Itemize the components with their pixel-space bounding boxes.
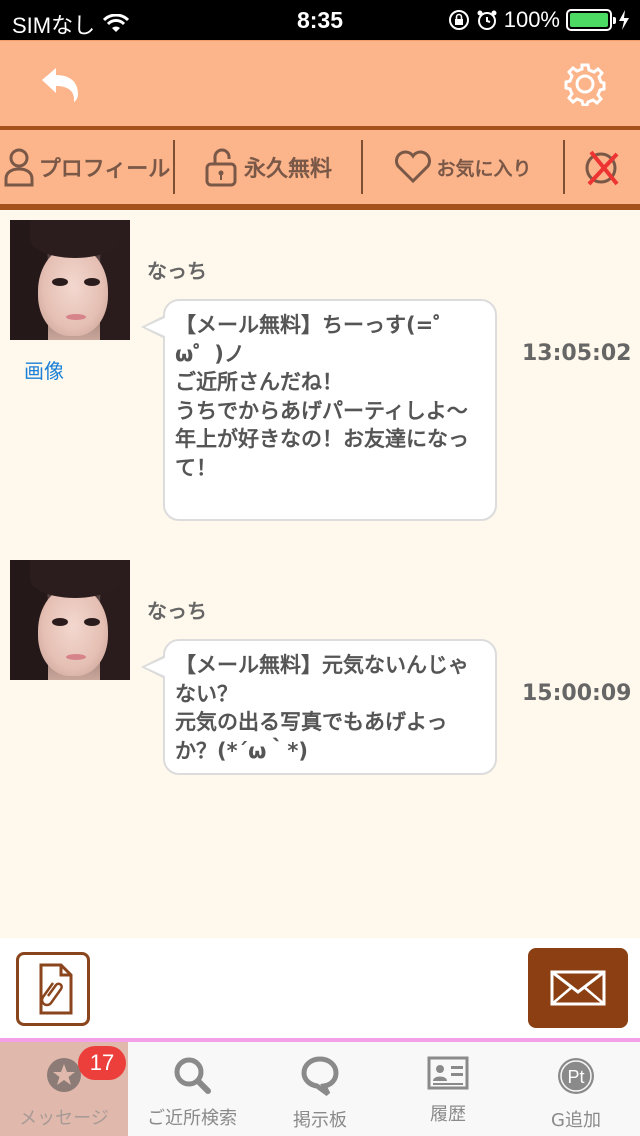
nav-messages[interactable]: メッセージ 17 [0,1042,128,1136]
send-button[interactable] [528,948,628,1028]
avatar[interactable] [10,220,130,340]
image-link[interactable]: 画像 [24,355,64,384]
message-list[interactable]: 画像 なっち 【メール無料】ちーっす(=゜ω゜)ノ ご近所さんだね！ うちでから… [0,210,640,938]
app-header [0,40,640,126]
profile-tabbar: プロフィール 永久無料 お気に入り [0,130,640,204]
sender-name: なっち [147,259,207,283]
tab-favorite-label: お気に入り [436,157,532,180]
search-icon [174,1057,211,1094]
avatar[interactable] [10,560,130,680]
gear-icon [564,63,606,106]
nav-label: メッセージ [19,1108,109,1129]
sender-name: なっち [147,599,207,623]
back-button[interactable] [34,59,84,109]
message-time: 13:05:02 [522,341,632,366]
charging-icon [619,10,629,30]
status-bar: SIMなし 8:35 100% [0,0,640,40]
tab-free-label: 永久無料 [243,157,332,182]
nav-label: ご近所検索 [147,1108,237,1129]
battery-percent: 100% [503,7,560,32]
block-icon [585,150,619,186]
settings-button[interactable] [560,59,610,109]
message-bubble: 【メール無料】元気ないんじゃない？ 元気の出る写真でもあげよっか？(*´ω｀*) [141,639,497,775]
tab-free[interactable]: 永久無料 [175,130,361,204]
message-bubble: 【メール無料】ちーっす(=゜ω゜)ノ ご近所さんだね！ うちでからあげパーティし… [141,299,497,521]
bottom-nav: メッセージ 17 ご近所検索 掲示板 履歴 Pt G追加 [0,1042,640,1136]
nav-add-points[interactable]: Pt G追加 [512,1042,640,1136]
attach-button[interactable] [16,952,90,1026]
id-card-icon [427,1056,469,1090]
person-icon [4,148,34,187]
pt-coin-icon: Pt [558,1058,594,1094]
message-text: 【メール無料】ちーっす(=゜ω゜)ノ ご近所さんだね！ うちでからあげパーティし… [175,313,469,480]
nav-label: 履歴 [430,1104,466,1125]
tab-profile-label: プロフィール [38,157,171,182]
heart-icon [395,150,432,184]
nav-history[interactable]: 履歴 [384,1042,512,1136]
nav-board[interactable]: 掲示板 [256,1042,384,1136]
nav-label: 掲示板 [293,1110,347,1131]
compose-bar [0,938,640,1038]
svg-text:Pt: Pt [567,1067,584,1087]
nav-label: G追加 [551,1110,601,1131]
envelope-icon [550,970,606,1006]
undo-arrow-icon [42,68,78,102]
rotation-lock-icon [448,10,469,30]
block-button[interactable] [565,130,640,204]
battery-icon [566,9,616,31]
attachment-clip-icon [39,963,73,1015]
unread-badge: 17 [78,1046,126,1080]
unlocked-padlock-icon [205,148,237,187]
alarm-icon [477,10,497,30]
nav-nearby-search[interactable]: ご近所検索 [128,1042,256,1136]
status-right: 100% [448,7,630,33]
tab-profile[interactable]: プロフィール [0,130,173,204]
tab-favorite[interactable]: お気に入り [363,130,563,204]
message-text: 【メール無料】元気ないんじゃない？ 元気の出る写真でもあげよっか？(*´ω｀*) [175,653,469,763]
message-time: 15:00:09 [522,681,632,706]
speech-bubble-icon [301,1056,339,1096]
